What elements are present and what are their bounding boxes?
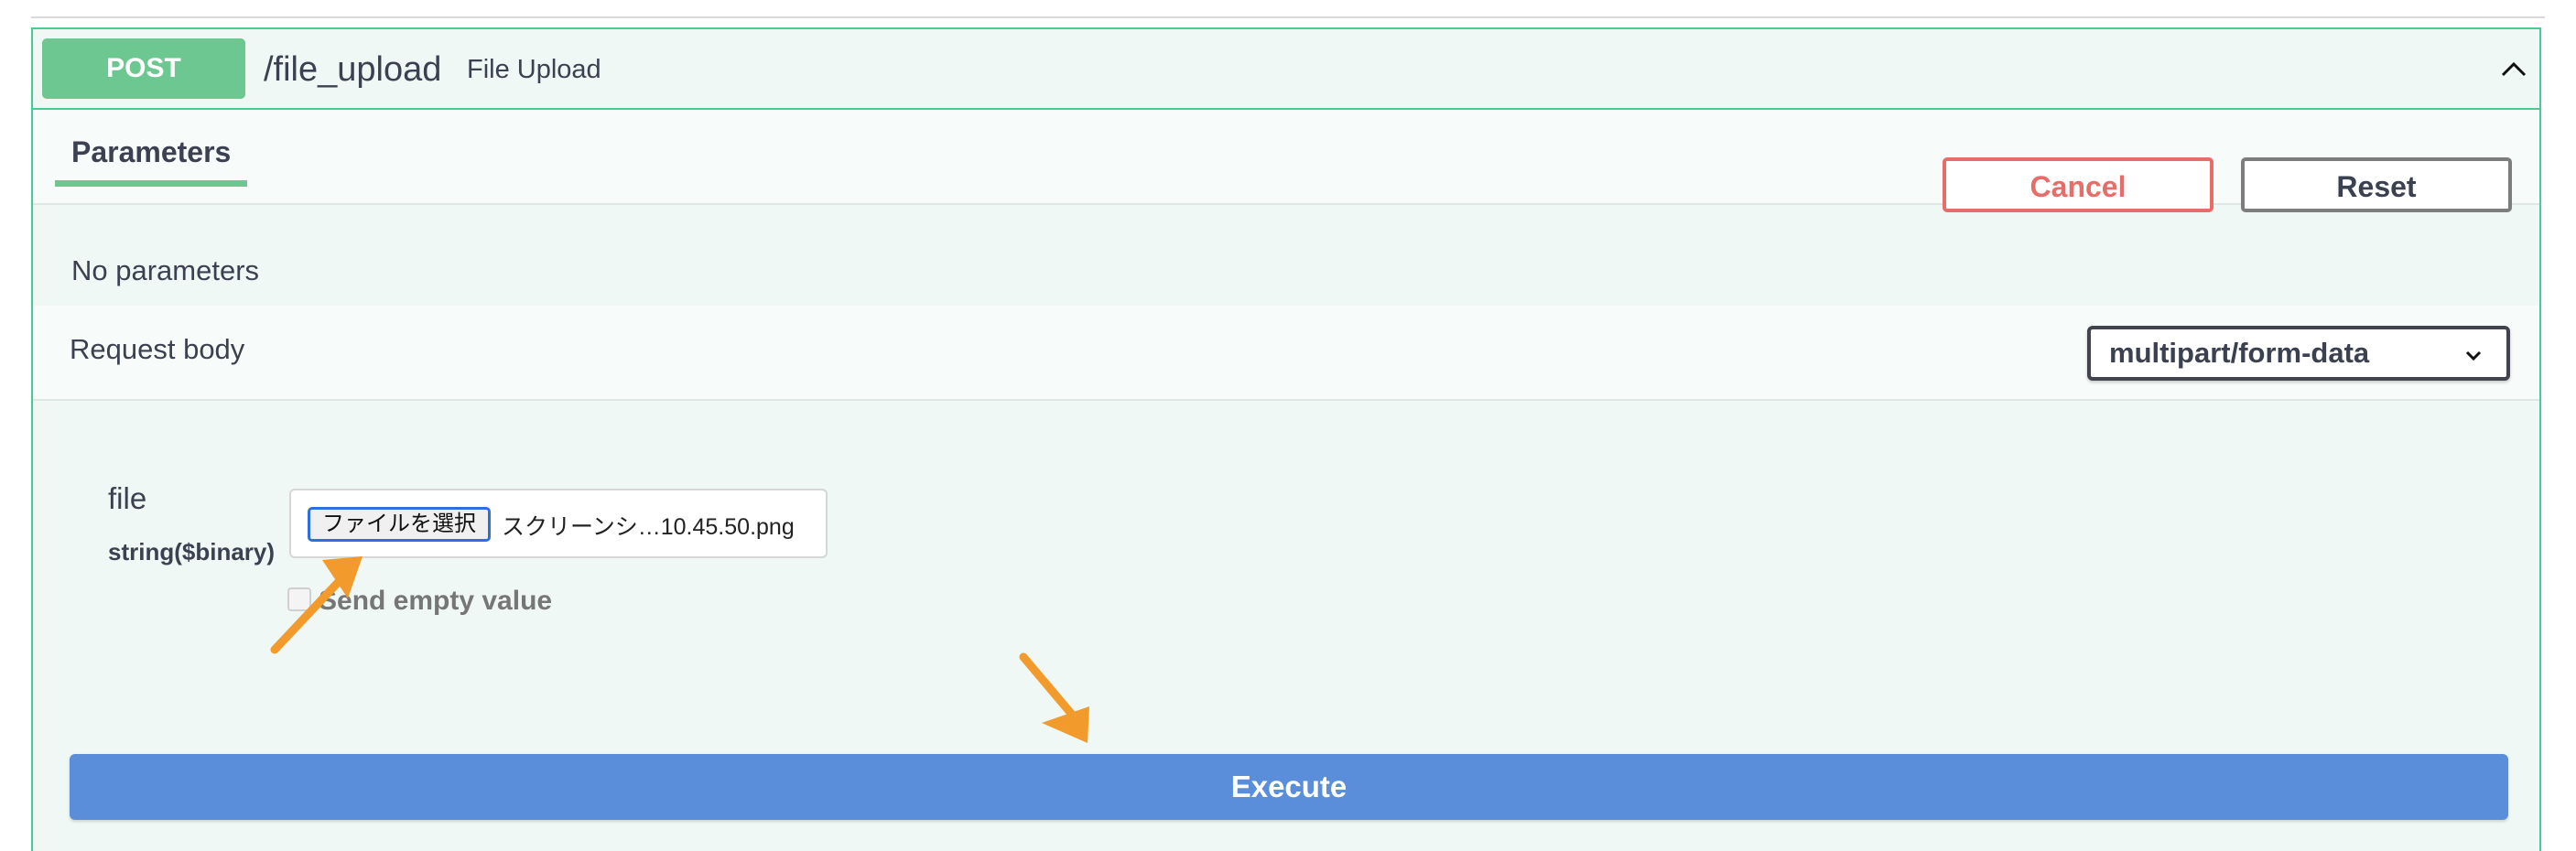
- no-parameters-text: No parameters: [71, 254, 260, 286]
- request-body-header: Request body multipart/form-data: [33, 306, 2539, 401]
- request-body-label: Request body: [70, 333, 245, 365]
- tab-parameters[interactable]: Parameters: [55, 126, 247, 187]
- tab-parameters-label: Parameters: [71, 135, 232, 168]
- operation-path: /file_upload: [264, 50, 442, 89]
- send-empty-label: Send empty value: [319, 586, 553, 616]
- operation-block: POST /file_upload File Upload Parameters…: [31, 27, 2541, 851]
- section-divider: [31, 16, 2545, 18]
- method-badge: POST: [42, 38, 245, 99]
- cancel-button[interactable]: Cancel: [1943, 157, 2213, 212]
- choose-file-button[interactable]: ファイルを選択: [308, 507, 491, 542]
- operation-summary-text: File Upload: [467, 55, 601, 84]
- chevron-down-icon: [2465, 350, 2482, 361]
- chevron-up-icon[interactable]: [2499, 55, 2528, 84]
- execute-button[interactable]: Execute: [70, 754, 2508, 820]
- tab-active-underline: [55, 180, 247, 187]
- param-name: file: [108, 481, 147, 515]
- operation-summary[interactable]: POST /file_upload File Upload: [33, 29, 2539, 110]
- selected-file-name: スクリーンシ…10.45.50.png: [502, 514, 795, 540]
- param-type: string($binary): [108, 538, 276, 566]
- content-type-value: multipart/form-data: [2109, 337, 2370, 369]
- reset-button[interactable]: Reset: [2241, 157, 2512, 212]
- send-empty-checkbox[interactable]: [287, 587, 311, 611]
- content-type-select[interactable]: multipart/form-data: [2087, 326, 2510, 381]
- file-input[interactable]: ファイルを選択 スクリーンシ…10.45.50.png: [289, 489, 828, 558]
